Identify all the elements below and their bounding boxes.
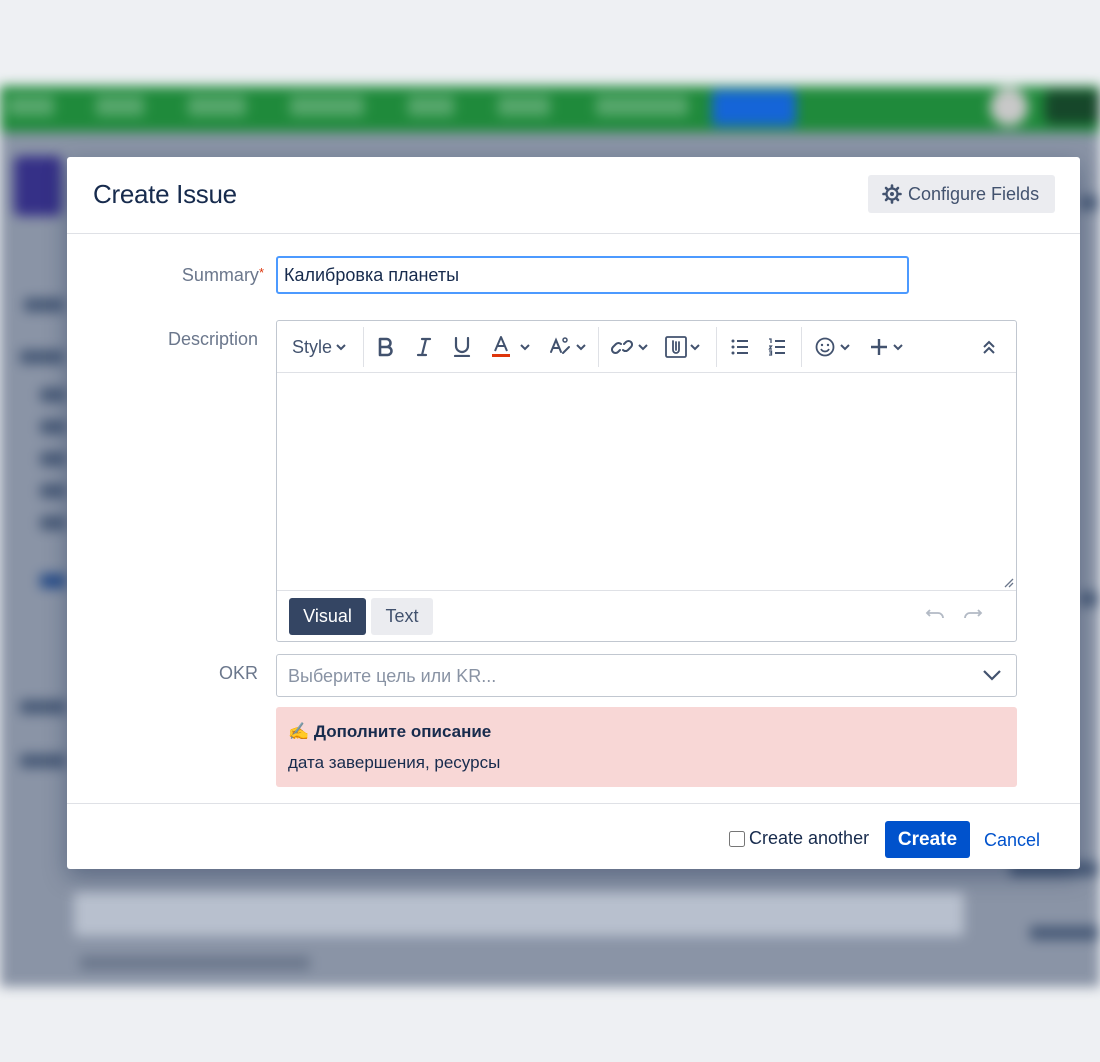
nav-item [96,96,144,116]
nav-create-button [712,90,796,126]
nav-item [290,96,364,116]
italic-icon [416,337,432,357]
text-color-dropdown[interactable] [491,331,531,363]
underline-button[interactable] [453,331,471,363]
undo-icon[interactable] [925,606,945,622]
redo-icon[interactable] [963,606,983,622]
tab-text[interactable]: Text [371,598,433,635]
insert-more-dropdown[interactable] [870,331,904,363]
bold-icon [378,337,393,357]
create-issue-dialog: Create Issue Configure Fields Summary* К… [67,157,1080,869]
description-textarea[interactable] [277,373,1016,591]
nav-item [8,96,54,116]
attachment-dropdown[interactable] [665,331,701,363]
okr-placeholder: Выберите цель или KR... [288,666,497,686]
chevron-down-icon [840,344,850,351]
nav-item [408,96,454,116]
style-label: Style [292,336,333,357]
underline-icon [453,337,471,357]
numbered-list-button[interactable] [768,331,786,363]
emoji-icon [815,337,835,357]
warning-title: ✍ Дополните описание [288,722,492,741]
collapse-toolbar-button[interactable] [982,331,996,363]
summary-label-text: Summary [181,265,259,285]
chevron-down-icon [690,344,700,351]
italic-button[interactable] [416,331,432,363]
okr-label: OKR [218,663,258,683]
chevron-down-icon [336,344,346,351]
nav-item [498,96,550,116]
top-navigation-bar [0,86,1100,132]
plus-icon [871,339,887,355]
dialog-header: Create Issue Configure Fields [67,157,1080,234]
summary-input[interactable] [276,256,909,294]
create-another-checkbox[interactable] [729,830,745,847]
bold-button[interactable] [377,331,395,363]
content-line [80,956,310,970]
tab-visual[interactable]: Visual [289,598,366,635]
create-button[interactable]: Create [885,821,970,858]
text-format-icon [550,337,570,354]
cancel-link[interactable]: Cancel [984,830,1040,851]
nav-item [188,96,246,116]
comment-box [74,892,964,936]
warning-panel: ✍ Дополните описание дата завершения, ре… [276,707,1017,787]
chevron-down-icon [638,344,648,351]
emoji-dropdown[interactable] [815,331,851,363]
nav-item [596,96,688,116]
chevron-down-icon [576,344,586,351]
double-chevron-up-icon [983,340,995,354]
chevron-down-icon [893,344,903,351]
gear-icon [882,184,902,204]
text-format-dropdown[interactable] [549,331,587,363]
text-color-icon [492,336,510,357]
link-icon [611,339,633,355]
required-marker: * [258,265,264,280]
dialog-footer: Create another Create Cancel [67,803,1080,869]
toolbar-divider [801,327,802,367]
toolbar-divider [363,327,364,367]
summary-label: Summary* [182,265,264,286]
toolbar-divider [716,327,717,367]
configure-fields-label: Configure Fields [908,183,1040,204]
style-dropdown[interactable]: Style [292,331,347,363]
numbered-list-icon [768,338,785,356]
create-another-checkbox-label[interactable]: Create another [729,828,869,849]
description-label: Description [167,329,258,349]
link-dropdown[interactable] [611,331,649,363]
description-editor: Style Visual Text [276,320,1017,642]
okr-select[interactable]: Выберите цель или KR... [276,654,1017,697]
bullet-list-icon [731,339,748,355]
warning-text: дата завершения, ресурсы [288,753,501,772]
create-another-text: Create another [749,828,870,848]
chevron-down-icon [983,670,1001,681]
editor-toolbar: Style [277,321,1016,373]
resize-grip-icon[interactable] [1002,576,1014,588]
bullet-list-button[interactable] [731,331,749,363]
toolbar-divider [598,327,599,367]
nav-menu-button [1045,90,1100,124]
avatar [990,88,1028,126]
chevron-down-icon [520,344,530,351]
dialog-title: Create Issue [93,179,237,209]
attachment-icon [665,336,687,358]
configure-fields-button[interactable]: Configure Fields [868,175,1055,213]
